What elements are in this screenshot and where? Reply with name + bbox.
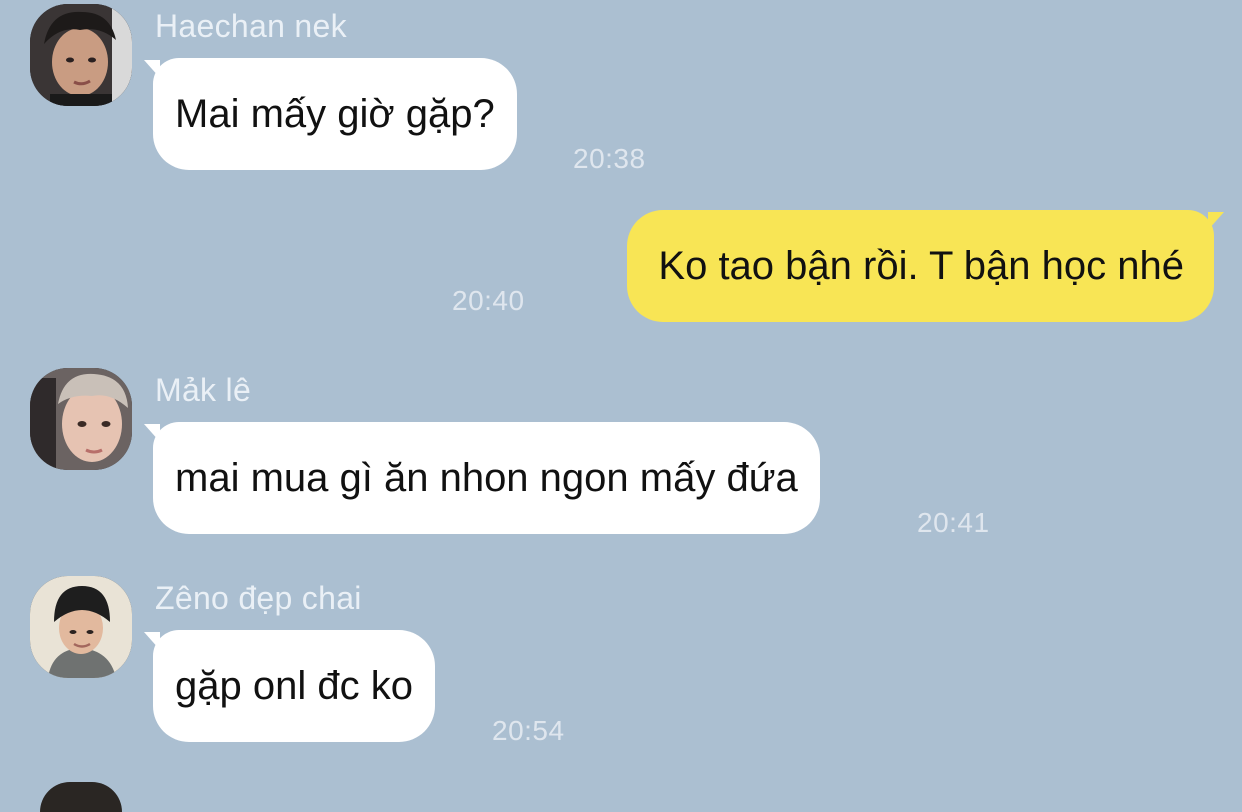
sender-name: Haechan nek (155, 8, 347, 44)
message-bubble-incoming[interactable]: mai mua gì ăn nhon ngon mấy đứa (153, 422, 820, 534)
zeno-avatar[interactable] (30, 576, 132, 678)
profile-photo-icon (30, 368, 132, 470)
haechan-avatar[interactable] (30, 4, 132, 106)
message-bubble-incoming[interactable]: Mai mấy giờ gặp? (153, 58, 517, 170)
sender-name: Mảk lê (155, 372, 252, 408)
profile-photo-icon (30, 576, 132, 678)
message-bubble-incoming[interactable]: gặp onl đc ko (153, 630, 435, 742)
message-timestamp: 20:41 (917, 507, 990, 538)
chat-thread: Haechan nek Mai mấy giờ gặp? 20:38 Ko ta… (0, 0, 1242, 812)
message-bubble-outgoing[interactable]: Ko tao bận rồi. T bận học nhé (627, 210, 1214, 322)
message-timestamp: 20:40 (452, 285, 525, 316)
mark-avatar[interactable] (30, 368, 132, 470)
sender-name: Zêno đẹp chai (155, 580, 362, 616)
next-message-avatar (40, 782, 122, 812)
profile-photo-icon (30, 4, 132, 106)
message-timestamp: 20:38 (573, 143, 646, 174)
message-timestamp: 20:54 (492, 715, 565, 746)
